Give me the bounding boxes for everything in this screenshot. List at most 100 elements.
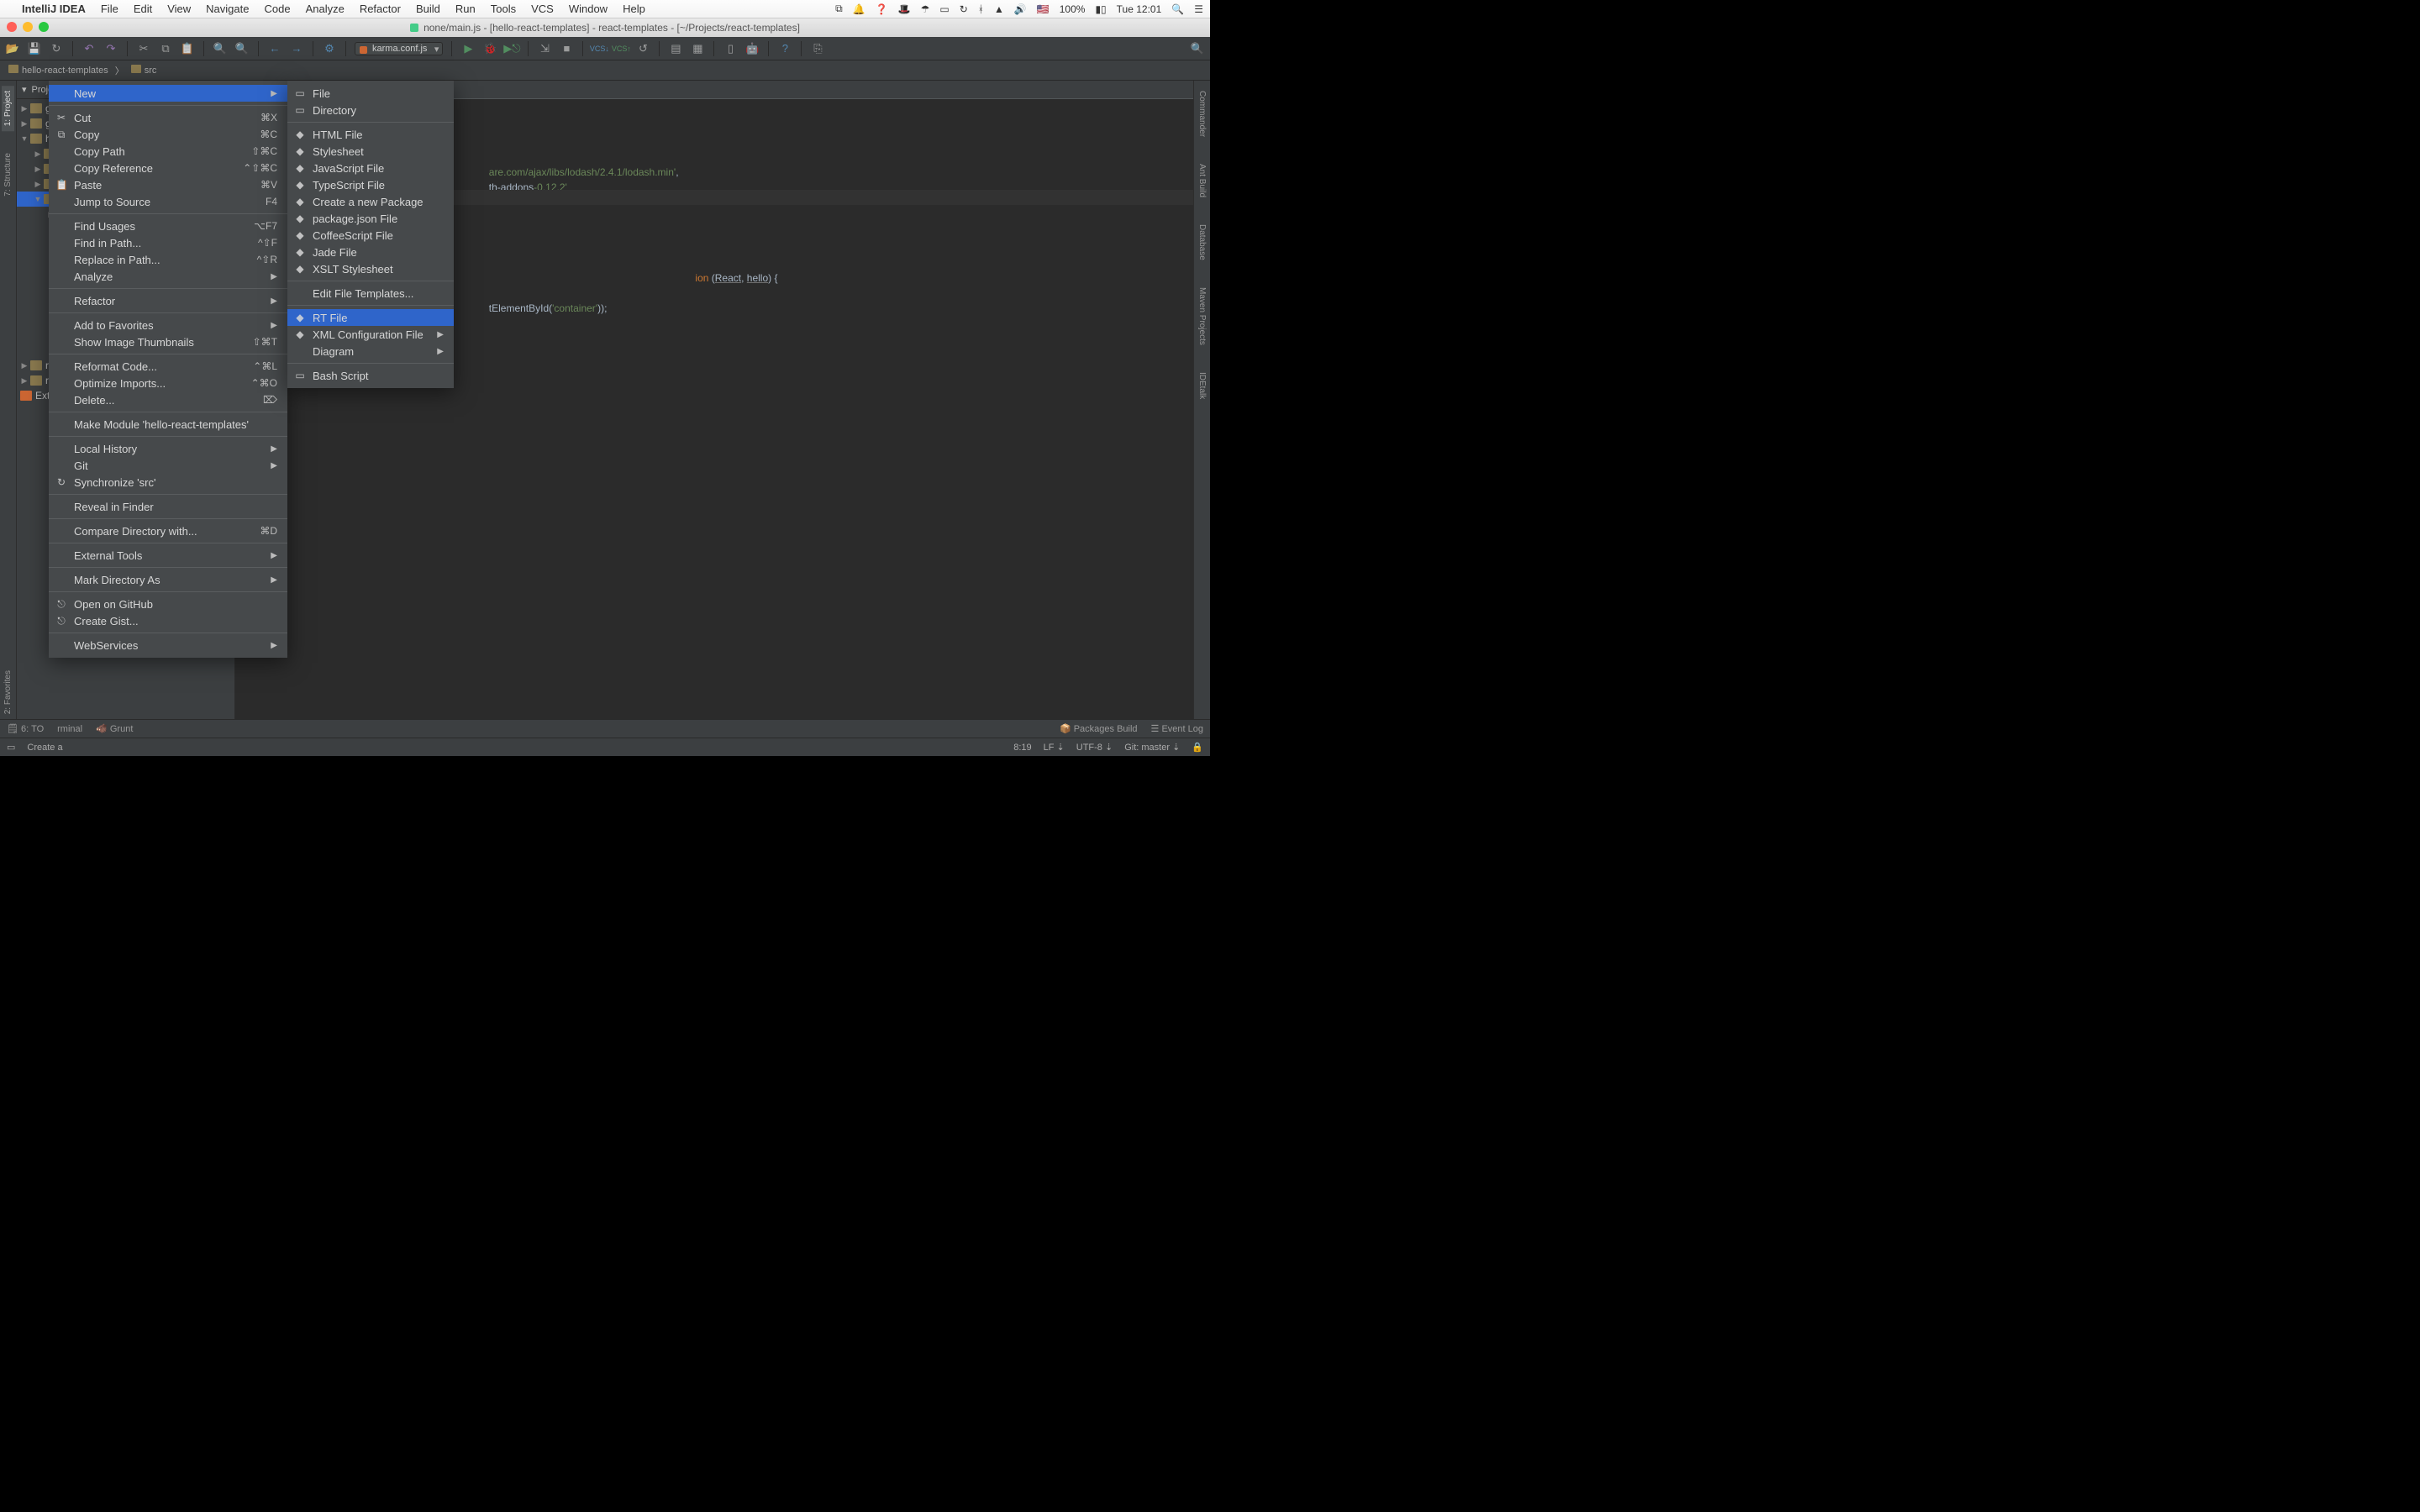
tool-idetalk[interactable]: IDEtalk	[1196, 367, 1208, 404]
tool-commander[interactable]: Commander	[1196, 86, 1208, 142]
back-icon[interactable]: ←	[267, 41, 282, 56]
menu-item-stylesheet[interactable]: ◆Stylesheet	[287, 143, 454, 160]
project-view-mode-icon[interactable]: ▾	[22, 84, 27, 95]
menu-tools[interactable]: Tools	[491, 3, 516, 15]
tool-grunt[interactable]: 🐗 Grunt	[96, 723, 133, 734]
forward-icon[interactable]: →	[289, 41, 304, 56]
menu-refactor[interactable]: Refactor	[360, 3, 401, 15]
structure-icon[interactable]: ▤	[668, 41, 683, 56]
menu-item-package-json-file[interactable]: ◆package.json File	[287, 210, 454, 227]
menu-item-local-history[interactable]: Local History▶	[49, 440, 287, 457]
display-icon[interactable]: ▭	[939, 3, 949, 15]
menu-item-create-gist-[interactable]: ⎋Create Gist...	[49, 612, 287, 629]
tool-todo[interactable]: 🗒 6: TO	[7, 723, 44, 734]
make-icon[interactable]: ⚙	[322, 41, 337, 56]
save-icon[interactable]: 💾	[27, 41, 42, 56]
menu-item-edit-file-templates-[interactable]: Edit File Templates...	[287, 285, 454, 302]
app-menu[interactable]: IntelliJ IDEA	[22, 3, 86, 15]
menu-help[interactable]: Help	[623, 3, 645, 15]
android-icon[interactable]: 🤖	[744, 41, 760, 56]
debug-icon[interactable]: 🐞	[482, 41, 497, 56]
vcs-history-icon[interactable]: ↺	[635, 41, 650, 56]
menu-item-optimize-imports-[interactable]: Optimize Imports...⌃⌘O	[49, 375, 287, 391]
help-icon[interactable]: ❓	[876, 3, 888, 15]
menu-item-jade-file[interactable]: ◆Jade File	[287, 244, 454, 260]
line-endings[interactable]: LF ⇣	[1044, 742, 1065, 753]
wifi-icon[interactable]: ▲	[994, 3, 1004, 15]
vcs-update-icon[interactable]: VCS↓	[592, 41, 607, 56]
menu-item-find-in-path-[interactable]: Find in Path...^⇧F	[49, 234, 287, 251]
cut-icon[interactable]: ✂	[136, 41, 151, 56]
tool-database[interactable]: Database	[1196, 219, 1208, 265]
menu-code[interactable]: Code	[264, 3, 290, 15]
gist-icon[interactable]: ⎘	[810, 41, 825, 56]
stop-icon[interactable]: ■	[559, 41, 574, 56]
find-icon[interactable]: 🔍	[213, 41, 228, 56]
menu-window[interactable]: Window	[569, 3, 608, 15]
menu-item-create-a-new-package[interactable]: ◆Create a new Package	[287, 193, 454, 210]
menu-item-replace-in-path-[interactable]: Replace in Path...^⇧R	[49, 251, 287, 268]
menu-item-show-image-thumbnails[interactable]: Show Image Thumbnails⇧⌘T	[49, 333, 287, 350]
menu-item-xml-configuration-file[interactable]: ◆XML Configuration File▶	[287, 326, 454, 343]
menu-item-copy-path[interactable]: Copy Path⇧⌘C	[49, 143, 287, 160]
menu-item-cut[interactable]: ✂Cut⌘X	[49, 109, 287, 126]
tool-antbuild[interactable]: Ant Build	[1196, 159, 1208, 202]
zoom-window-button[interactable]	[39, 22, 49, 32]
menu-build[interactable]: Build	[416, 3, 440, 15]
cursor-position[interactable]: 8:19	[1013, 743, 1031, 753]
menu-item-bash-script[interactable]: ▭Bash Script	[287, 367, 454, 384]
menu-item-coffeescript-file[interactable]: ◆CoffeeScript File	[287, 227, 454, 244]
tool-windows-icon[interactable]: ▭	[7, 742, 15, 753]
spotlight-icon[interactable]: 🔍	[1171, 3, 1184, 15]
menu-item-copy-reference[interactable]: Copy Reference⌃⇧⌘C	[49, 160, 287, 176]
menu-analyze[interactable]: Analyze	[306, 3, 345, 15]
tool-eventlog[interactable]: ☰ Event Log	[1151, 723, 1203, 734]
paste-icon[interactable]: 📋	[180, 41, 195, 56]
menu-run[interactable]: Run	[455, 3, 476, 15]
sync-icon[interactable]: ↻	[49, 41, 64, 56]
menu-file[interactable]: File	[101, 3, 118, 15]
umbrella-icon[interactable]: ☂	[921, 3, 930, 15]
crumb-folder[interactable]: src	[131, 65, 157, 76]
vcs-commit-icon[interactable]: VCS↑	[613, 41, 629, 56]
menu-view[interactable]: View	[167, 3, 191, 15]
menu-item-external-tools[interactable]: External Tools▶	[49, 547, 287, 564]
minimize-window-button[interactable]	[23, 22, 33, 32]
menu-item-typescript-file[interactable]: ◆TypeScript File	[287, 176, 454, 193]
redo-icon[interactable]: ↷	[103, 41, 118, 56]
menu-item-html-file[interactable]: ◆HTML File	[287, 126, 454, 143]
menu-item-reformat-code-[interactable]: Reformat Code...⌃⌘L	[49, 358, 287, 375]
timemachine-icon[interactable]: ↻	[960, 3, 968, 15]
git-branch[interactable]: Git: master ⇣	[1124, 742, 1180, 753]
menu-item-diagram[interactable]: Diagram▶	[287, 343, 454, 360]
menu-item-compare-directory-with-[interactable]: Compare Directory with...⌘D	[49, 522, 287, 539]
menu-item-new[interactable]: New▶	[49, 85, 287, 102]
copy-icon[interactable]: ⧉	[158, 41, 173, 56]
tool-maven[interactable]: Maven Projects	[1196, 282, 1208, 350]
menu-item-directory[interactable]: ▭Directory	[287, 102, 454, 118]
bluetooth-icon[interactable]: ᚼ	[978, 3, 984, 15]
menu-item-find-usages[interactable]: Find Usages⌥F7	[49, 218, 287, 234]
volume-icon[interactable]: 🔊	[1014, 3, 1027, 15]
screencast-icon[interactable]: ⧉	[835, 3, 843, 15]
run-config-select[interactable]: karma.conf.js	[355, 42, 443, 55]
notification-center-icon[interactable]: ☰	[1194, 3, 1203, 15]
menu-edit[interactable]: Edit	[134, 3, 152, 15]
menu-item-analyze[interactable]: Analyze▶	[49, 268, 287, 285]
menu-item-rt-file[interactable]: ◆RT File	[287, 309, 454, 326]
tool-project[interactable]: 1: Project	[2, 86, 14, 131]
menu-item-xslt-stylesheet[interactable]: ◆XSLT Stylesheet	[287, 260, 454, 277]
notifications-icon[interactable]: 🔔	[853, 3, 865, 15]
menu-navigate[interactable]: Navigate	[206, 3, 249, 15]
replace-icon[interactable]: 🔍	[234, 41, 250, 56]
tool-favorites[interactable]: 2: Favorites	[2, 665, 14, 719]
undo-icon[interactable]: ↶	[82, 41, 97, 56]
menu-item-open-on-github[interactable]: ⎋Open on GitHub	[49, 596, 287, 612]
menu-item-synchronize-src-[interactable]: ↻Synchronize 'src'	[49, 474, 287, 491]
tool-terminal[interactable]: rminal	[57, 724, 82, 734]
clock[interactable]: Tue 12:01	[1117, 3, 1162, 15]
menu-item-make-module-hello-react-templates-[interactable]: Make Module 'hello-react-templates'	[49, 416, 287, 433]
battery-icon[interactable]: ▮▯	[1095, 3, 1106, 15]
hat-icon[interactable]: 🎩	[898, 3, 911, 15]
layout-icon[interactable]: ▦	[690, 41, 705, 56]
